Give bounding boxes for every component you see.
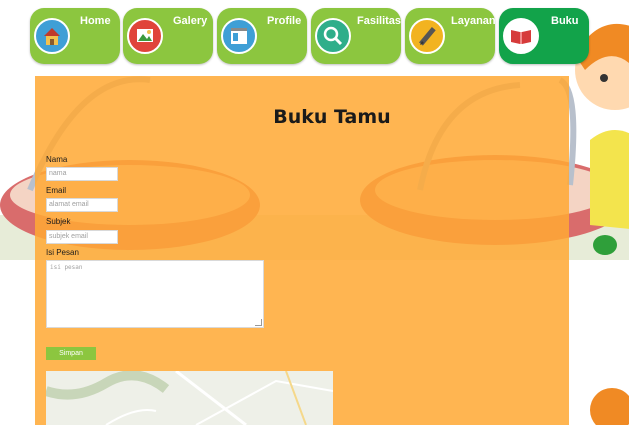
subject-input[interactable]: subjek email xyxy=(46,230,118,244)
house-icon xyxy=(34,18,70,54)
nav-home-label: Home xyxy=(80,15,111,27)
map-roads xyxy=(46,371,333,425)
nav-layanan[interactable]: Layanan xyxy=(405,8,496,64)
picture-icon xyxy=(127,18,163,54)
window-icon xyxy=(221,18,257,54)
email-input[interactable]: alamat email xyxy=(46,198,118,212)
nav-buku[interactable]: Buku xyxy=(499,8,589,64)
message-placeholder: isi pesan xyxy=(50,264,83,271)
save-button[interactable]: Simpan xyxy=(46,347,96,360)
magnifier-icon xyxy=(315,18,351,54)
nav-layanan-label: Layanan xyxy=(451,15,496,27)
page-title: Buku Tamu xyxy=(273,106,391,128)
book-icon xyxy=(503,18,539,54)
nav-profile-label: Profile xyxy=(267,15,302,27)
pencil-icon xyxy=(409,18,445,54)
name-input[interactable]: nama xyxy=(46,167,118,181)
resize-handle[interactable] xyxy=(255,319,262,326)
nav-galery-label: Galery xyxy=(173,15,208,27)
location-map[interactable] xyxy=(46,371,333,425)
email-label: Email xyxy=(46,186,67,195)
name-label: Nama xyxy=(46,155,68,164)
nav-galery[interactable]: Galery xyxy=(123,8,213,64)
message-label: Isi Pesan xyxy=(46,248,79,257)
nav-profile[interactable]: Profile xyxy=(217,8,307,64)
nav-buku-label: Buku xyxy=(551,15,579,27)
nav-fasilitas[interactable]: Fasilitas xyxy=(311,8,401,64)
nav-home[interactable]: Home xyxy=(30,8,120,64)
message-textarea[interactable]: isi pesan xyxy=(46,260,264,328)
nav-fasilitas-label: Fasilitas xyxy=(357,15,402,27)
subject-label: Subjek xyxy=(46,217,71,226)
main-nav: Home Galery Profile Fasilitas Layanan Bu… xyxy=(30,8,600,66)
guestbook-panel: Buku Tamu Nama nama Email alamat email S… xyxy=(35,76,569,425)
